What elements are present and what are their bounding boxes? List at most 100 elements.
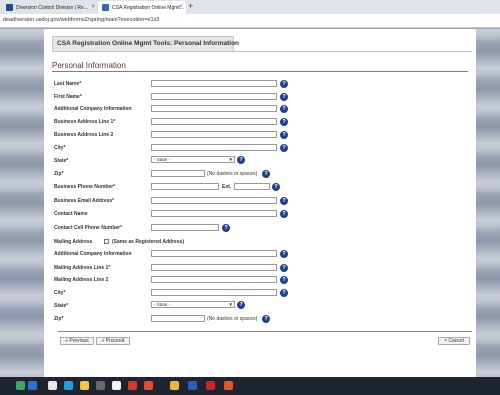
app-icon[interactable] xyxy=(112,381,121,390)
close-icon[interactable]: × xyxy=(91,4,95,10)
state-label: State* xyxy=(54,158,69,164)
chevron-down-icon: ▼ xyxy=(228,302,233,307)
browser-tab-diversion[interactable]: Diversion Control Division | Re... × xyxy=(2,1,98,14)
os-taskbar xyxy=(0,377,500,395)
city-input[interactable] xyxy=(151,144,277,151)
previous-button[interactable]: « Previous xyxy=(60,337,94,345)
ext-input[interactable] xyxy=(234,183,270,190)
contact-cell-input[interactable] xyxy=(151,224,219,231)
same-as-registered-checkbox[interactable] xyxy=(104,239,109,244)
mail-additional-company-label: Additional Company Information xyxy=(54,251,132,257)
divider xyxy=(52,71,468,72)
chrome-icon[interactable] xyxy=(170,381,179,390)
help-icon[interactable]: ? xyxy=(280,289,288,297)
mail-address-2-input[interactable] xyxy=(151,276,277,283)
address-bar[interactable]: deadiversion.usdoj.gov/webforms2/spring/… xyxy=(0,14,500,28)
help-icon[interactable]: ? xyxy=(280,144,288,152)
content-panel: CSA Registration Online Mgmt Tools: Pers… xyxy=(44,29,476,377)
mail-city-input[interactable] xyxy=(151,289,277,296)
tab-label: CSA Registration Online Mgmt... xyxy=(112,4,184,11)
contact-name-input[interactable] xyxy=(151,210,277,217)
section-title: Personal Information xyxy=(52,61,126,70)
help-icon[interactable]: ? xyxy=(262,170,270,178)
proceed-button[interactable]: » Proceed xyxy=(96,337,130,345)
first-name-input[interactable] xyxy=(151,93,277,100)
app-icon[interactable] xyxy=(224,381,233,390)
help-icon[interactable]: ? xyxy=(280,197,288,205)
mail-zip-input[interactable] xyxy=(151,315,205,322)
help-icon[interactable]: ? xyxy=(280,80,288,88)
help-icon[interactable]: ? xyxy=(280,118,288,126)
app-icon[interactable] xyxy=(144,381,153,390)
app-icon[interactable] xyxy=(128,381,137,390)
site-favicon-icon xyxy=(102,4,109,11)
help-icon[interactable]: ? xyxy=(280,250,288,258)
panel-header: CSA Registration Online Mgmt Tools: Pers… xyxy=(52,36,239,51)
store-icon[interactable] xyxy=(96,381,105,390)
word-icon[interactable] xyxy=(188,381,197,390)
zip-label: Zip* xyxy=(54,171,64,177)
help-icon[interactable]: ? xyxy=(222,224,230,232)
help-icon[interactable]: ? xyxy=(262,315,270,323)
state-select[interactable]: - State - ▼ xyxy=(151,156,235,163)
mail-state-label: State* xyxy=(54,303,69,309)
mail-address-1-input[interactable] xyxy=(151,264,277,271)
help-icon[interactable]: ? xyxy=(280,264,288,272)
contact-name-label: Contact Name xyxy=(54,211,88,217)
mail-city-label: City* xyxy=(54,290,66,296)
tab-label: Diversion Control Division | Re... xyxy=(16,4,88,11)
additional-company-label: Additional Company Information xyxy=(54,106,132,112)
zip-note: (No dashes or spaces) xyxy=(207,171,258,177)
last-name-label: Last Name* xyxy=(54,81,82,87)
widgets-icon[interactable] xyxy=(16,381,25,390)
divider xyxy=(58,331,472,332)
start-icon[interactable] xyxy=(28,381,37,390)
new-tab-button[interactable]: + xyxy=(188,1,193,11)
cancel-button[interactable]: × Cancel xyxy=(438,337,470,345)
state-select-value: - State - xyxy=(154,157,171,162)
acrobat-icon[interactable] xyxy=(206,381,215,390)
mailing-address-label: Mailing Address xyxy=(54,239,93,245)
mail-address-1-label: Mailing Address Line 1* xyxy=(54,265,111,271)
help-icon[interactable]: ? xyxy=(280,93,288,101)
mail-state-select-value: - State - xyxy=(154,302,171,307)
business-address-1-label: Business Address Line 1* xyxy=(54,119,116,125)
chevron-down-icon: ▼ xyxy=(228,157,233,162)
site-favicon-icon xyxy=(6,4,13,11)
file-explorer-icon[interactable] xyxy=(80,381,89,390)
additional-company-input[interactable] xyxy=(151,105,277,112)
contact-cell-label: Contact Cell Phone Number* xyxy=(54,225,123,231)
city-label: City* xyxy=(54,145,66,151)
browser-tab-csa[interactable]: CSA Registration Online Mgmt... × xyxy=(98,1,186,14)
help-icon[interactable]: ? xyxy=(280,131,288,139)
close-icon[interactable]: × xyxy=(179,4,183,10)
same-as-registered-label: (Same as Registered Address) xyxy=(112,239,185,245)
mail-address-2-label: Mailing Address Line 2 xyxy=(54,277,109,283)
last-name-input[interactable] xyxy=(151,80,277,87)
zip-input[interactable] xyxy=(151,170,205,177)
business-phone-input[interactable] xyxy=(151,183,219,190)
business-email-input[interactable] xyxy=(151,197,277,204)
help-icon[interactable]: ? xyxy=(237,156,245,164)
ext-label: Ext. xyxy=(222,184,232,190)
business-email-label: Business Email Address* xyxy=(54,198,115,204)
search-icon[interactable] xyxy=(48,381,57,390)
mail-state-select[interactable]: - State - ▼ xyxy=(151,301,235,308)
business-address-2-input[interactable] xyxy=(151,131,277,138)
divider xyxy=(52,51,472,52)
mail-zip-note: (No dashes or spaces) xyxy=(207,316,258,322)
mail-zip-label: Zip* xyxy=(54,316,64,322)
business-address-2-label: Business Address Line 2 xyxy=(54,132,114,138)
mail-additional-company-input[interactable] xyxy=(151,250,277,257)
business-address-1-input[interactable] xyxy=(151,118,277,125)
edge-icon[interactable] xyxy=(64,381,73,390)
help-icon[interactable]: ? xyxy=(272,183,280,191)
first-name-label: First Name* xyxy=(54,94,82,100)
help-icon[interactable]: ? xyxy=(280,210,288,218)
help-icon[interactable]: ? xyxy=(280,105,288,113)
url-text[interactable]: deadiversion.usdoj.gov/webforms2/spring/… xyxy=(3,17,159,23)
business-phone-label: Business Phone Number* xyxy=(54,184,116,190)
help-icon[interactable]: ? xyxy=(237,301,245,309)
browser-tab-strip: Diversion Control Division | Re... × CSA… xyxy=(0,0,500,14)
help-icon[interactable]: ? xyxy=(280,276,288,284)
